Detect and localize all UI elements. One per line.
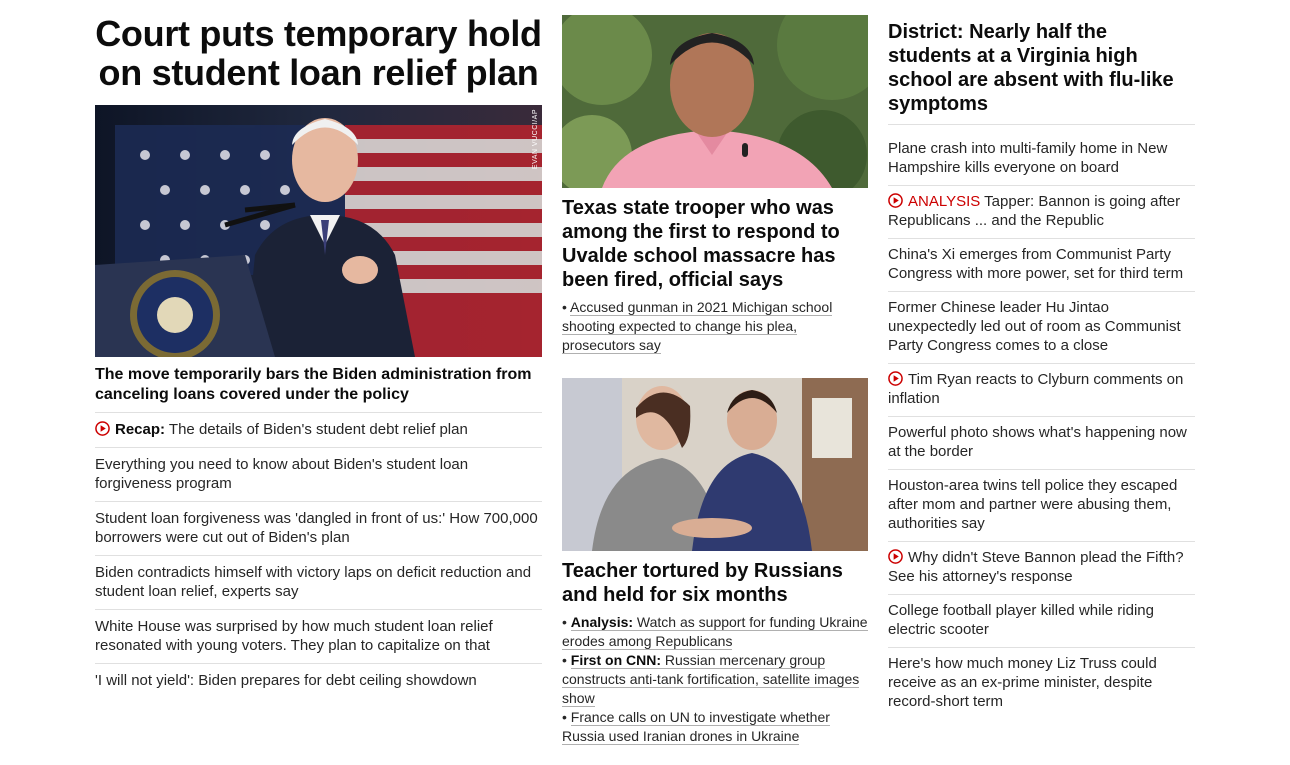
kicker: First on CNN: <box>570 652 662 668</box>
card1-headline[interactable]: Texas state trooper who was among the fi… <box>562 196 868 292</box>
side-list-item[interactable]: China's Xi emerges from Communist Party … <box>888 239 1195 292</box>
teacher-photo-illustration <box>562 378 868 551</box>
kicker: Recap: <box>115 421 166 438</box>
side-headline-link[interactable]: District: Nearly half the students at a … <box>888 20 1195 125</box>
card1-related-link[interactable]: Accused gunman in 2021 Michigan school s… <box>562 299 833 354</box>
lead-image-biden-podium[interactable]: EVAN VUCCI/AP <box>95 105 542 357</box>
right-column: District: Nearly half the students at a … <box>888 20 1195 719</box>
headline-text: Powerful photo shows what's happening no… <box>888 424 1187 460</box>
card2-related: • Analysis: Watch as support for funding… <box>562 613 868 746</box>
lead-related-item[interactable]: Student loan forgiveness was 'dangled in… <box>95 502 542 556</box>
lead-related-item[interactable]: 'I will not yield': Biden prepares for d… <box>95 664 542 698</box>
headline-text: College football player killed while rid… <box>888 602 1154 638</box>
lead-related-item[interactable]: Recap: The details of Biden's student de… <box>95 413 542 448</box>
headline-text: Everything you need to know about Biden'… <box>95 456 469 492</box>
side-list-item[interactable]: ANALYSIS Tapper: Bannon is going after R… <box>888 186 1195 239</box>
bullet: • <box>562 299 571 315</box>
headline-text: Student loan forgiveness was 'dangled in… <box>95 510 538 546</box>
trooper-photo-illustration <box>562 15 868 188</box>
headline-text: Houston-area twins tell police they esca… <box>888 477 1178 532</box>
lead-related-list: Recap: The details of Biden's student de… <box>95 413 542 698</box>
lead-image-link[interactable]: EVAN VUCCI/AP <box>95 105 542 357</box>
lead-headline[interactable]: Court puts temporary hold on student loa… <box>95 14 542 92</box>
headline-text: The details of Biden's student debt reli… <box>165 421 468 438</box>
image-credit: EVAN VUCCI/AP <box>532 109 539 170</box>
lead-related-item[interactable]: Everything you need to know about Biden'… <box>95 448 542 502</box>
card1-related: • Accused gunman in 2021 Michigan school… <box>562 298 868 355</box>
side-list-item[interactable]: Powerful photo shows what's happening no… <box>888 417 1195 470</box>
middle-column: Texas state trooper who was among the fi… <box>562 15 868 746</box>
card2-related-link[interactable]: France calls on UN to investigate whethe… <box>562 709 830 745</box>
headline-text: White House was surprised by how much st… <box>95 618 493 654</box>
bullet: • <box>562 614 571 630</box>
card2-related-link[interactable]: First on CNN: Russian mercenary group co… <box>562 652 860 707</box>
kicker: Analysis: <box>570 614 634 630</box>
lead-dek[interactable]: The move temporarily bars the Biden admi… <box>95 365 542 413</box>
play-video-icon <box>95 421 110 436</box>
card2-headline-link[interactable]: Teacher tortured by Russians and held fo… <box>562 559 868 607</box>
headline-text: Former Chinese leader Hu Jintao unexpect… <box>888 299 1181 354</box>
bullet: • <box>562 709 571 725</box>
card2-related-link[interactable]: Analysis: Watch as support for funding U… <box>562 614 868 650</box>
side-headline-list: Plane crash into multi-family home in Ne… <box>888 133 1195 719</box>
headline-text: 'I will not yield': Biden prepares for d… <box>95 672 477 689</box>
bullet: • <box>562 652 571 668</box>
card1-image-trooper[interactable] <box>562 15 868 188</box>
headline-text: Tim Ryan reacts to Clyburn comments on i… <box>888 371 1184 407</box>
headline-text: Why didn't Steve Bannon plead the Fifth?… <box>888 549 1184 585</box>
lead-related-item[interactable]: Biden contradicts himself with victory l… <box>95 556 542 610</box>
side-list-item[interactable]: Here's how much money Liz Truss could re… <box>888 648 1195 719</box>
side-list-item[interactable]: Plane crash into multi-family home in Ne… <box>888 133 1195 186</box>
play-video-icon <box>888 549 903 564</box>
headline-text: Biden contradicts himself with victory l… <box>95 564 532 600</box>
side-list-item[interactable]: College football player killed while rid… <box>888 595 1195 648</box>
headline-text: Plane crash into multi-family home in Ne… <box>888 140 1168 176</box>
card2-headline[interactable]: Teacher tortured by Russians and held fo… <box>562 559 868 607</box>
card2-image-teacher[interactable] <box>562 378 868 551</box>
card1-headline-link[interactable]: Texas state trooper who was among the fi… <box>562 196 868 292</box>
play-video-icon <box>888 193 903 208</box>
analysis-label: ANALYSIS <box>908 193 981 210</box>
card1-image-link[interactable] <box>562 15 868 188</box>
side-headline[interactable]: District: Nearly half the students at a … <box>888 20 1195 125</box>
lead-image-illustration <box>95 105 542 357</box>
lead-headline-link[interactable]: Court puts temporary hold on student loa… <box>95 14 542 92</box>
side-list-item[interactable]: Former Chinese leader Hu Jintao unexpect… <box>888 292 1195 364</box>
play-video-icon <box>888 371 903 386</box>
lead-story: Court puts temporary hold on student loa… <box>95 14 542 698</box>
side-list-item[interactable]: Tim Ryan reacts to Clyburn comments on i… <box>888 364 1195 417</box>
side-list-item[interactable]: Houston-area twins tell police they esca… <box>888 470 1195 542</box>
lead-related-item[interactable]: White House was surprised by how much st… <box>95 610 542 664</box>
headline-text: Here's how much money Liz Truss could re… <box>888 655 1157 710</box>
side-list-item[interactable]: Why didn't Steve Bannon plead the Fifth?… <box>888 542 1195 595</box>
headline-text: China's Xi emerges from Communist Party … <box>888 246 1184 282</box>
card2-image-link[interactable] <box>562 378 868 551</box>
lead-dek-link[interactable]: The move temporarily bars the Biden admi… <box>95 365 542 413</box>
